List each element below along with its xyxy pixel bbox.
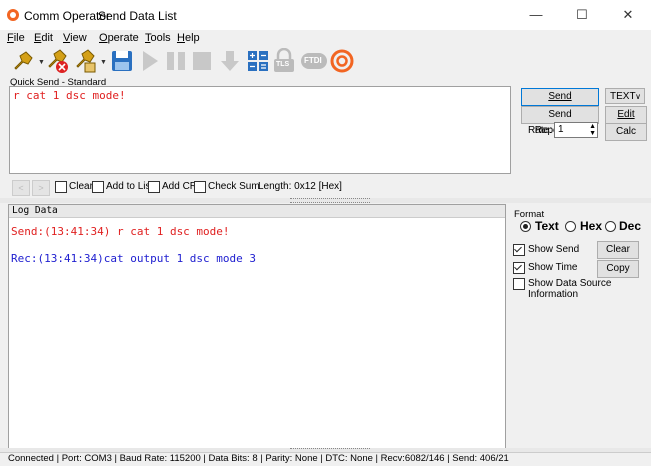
tls-icon[interactable]: TLS (272, 48, 296, 74)
ftdi-icon[interactable]: FTDI (300, 48, 328, 74)
status-text: Connected | Port: COM3 | Baud Rate: 1152… (8, 453, 509, 464)
plug-dropdown-icon[interactable]: ▼ (100, 59, 107, 66)
next-button[interactable]: > (32, 180, 50, 196)
stop-icon[interactable] (190, 48, 214, 74)
plug-settings-icon[interactable] (74, 48, 98, 74)
menu-edit[interactable]: Edit (34, 32, 53, 44)
quick-send-input[interactable]: r cat 1 dsc mode! (9, 86, 511, 174)
show-time-checkbox[interactable] (513, 262, 525, 274)
copy-log-button[interactable]: Copy (597, 260, 639, 278)
clear-checkbox[interactable] (55, 181, 67, 193)
menu-tools[interactable]: Tools (145, 32, 171, 44)
play-icon[interactable] (138, 48, 162, 74)
spinner-arrows-icon[interactable]: ▲ ▼ (589, 123, 596, 137)
quick-send-text: r cat 1 dsc mode! (13, 89, 126, 102)
splitter-grip-icon[interactable] (290, 198, 370, 203)
clear-log-button[interactable]: Clear (597, 241, 639, 259)
format-dec-label: Dec (619, 219, 642, 233)
comm-operator-logo-icon[interactable] (330, 48, 354, 74)
show-source-checkbox[interactable] (513, 278, 525, 290)
show-send-checkbox[interactable] (513, 244, 525, 256)
check-sum-label: Check Sum (208, 181, 260, 192)
show-source-label: Show Data Source Information (528, 278, 612, 300)
menu-bar (0, 30, 651, 46)
check-sum-checkbox[interactable] (194, 181, 206, 193)
calc-button[interactable]: Calc (605, 123, 647, 141)
format-text-label: Text (535, 219, 559, 233)
log-data-panel[interactable]: Log Data Send:(13:41:34) r cat 1 dsc mod… (8, 204, 506, 452)
rate-label: Rate: (528, 125, 552, 136)
length-readout: Length: 0x12 [Hex] (258, 181, 342, 192)
add-to-list-checkbox[interactable] (92, 181, 104, 193)
rate-spinner[interactable]: 1 ▲ ▼ (554, 122, 598, 138)
add-cr-label: Add CR (162, 181, 198, 192)
log-title: Log Data (12, 205, 58, 216)
ftdi-label: FTDI (304, 56, 322, 65)
format-text-radio[interactable] (520, 221, 531, 232)
format-hex-label: Hex (580, 219, 603, 233)
minimize-button[interactable]: — (516, 4, 556, 26)
pause-icon[interactable] (164, 48, 188, 74)
send-button[interactable]: Send (521, 88, 599, 106)
download-icon[interactable] (218, 48, 242, 74)
app-logo-icon (7, 9, 19, 21)
rate-value: 1 (558, 124, 564, 135)
format-select[interactable]: TEXT ∨ (605, 88, 645, 104)
show-send-label: Show Send (528, 244, 580, 255)
menu-view[interactable]: View (63, 32, 87, 44)
connect-dropdown-icon[interactable]: ▼ (38, 59, 45, 66)
previous-button[interactable]: < (12, 180, 30, 196)
add-to-list-label: Add to List (106, 181, 154, 192)
menu-operate[interactable]: Operate (99, 32, 139, 44)
menu-file[interactable]: File (7, 32, 25, 44)
add-cr-checkbox[interactable] (148, 181, 160, 193)
tls-label: TLS (276, 61, 290, 68)
edit-button[interactable]: Edit (605, 106, 647, 124)
save-icon[interactable] (110, 48, 134, 74)
calculator-icon[interactable] (246, 48, 270, 74)
chevron-down-icon: ∨ (635, 92, 641, 101)
disconnect-icon[interactable] (46, 48, 70, 74)
format-dec-radio[interactable] (605, 221, 616, 232)
connect-icon[interactable] (12, 48, 36, 74)
clear-checkbox-label: Clear (69, 181, 93, 192)
log-header (9, 205, 505, 218)
maximize-button[interactable]: ☐ (562, 4, 602, 26)
menu-help[interactable]: Help (177, 32, 200, 44)
log-line-send: Send:(13:41:34) r cat 1 dsc mode! (11, 225, 230, 238)
log-line-receive: Rec:(13:41:34)cat output 1 dsc mode 3 (11, 252, 257, 265)
document-title: Send Data List (98, 9, 177, 23)
close-button[interactable]: ✕ (608, 4, 648, 26)
show-time-label: Show Time (528, 262, 578, 273)
format-hex-radio[interactable] (565, 221, 576, 232)
